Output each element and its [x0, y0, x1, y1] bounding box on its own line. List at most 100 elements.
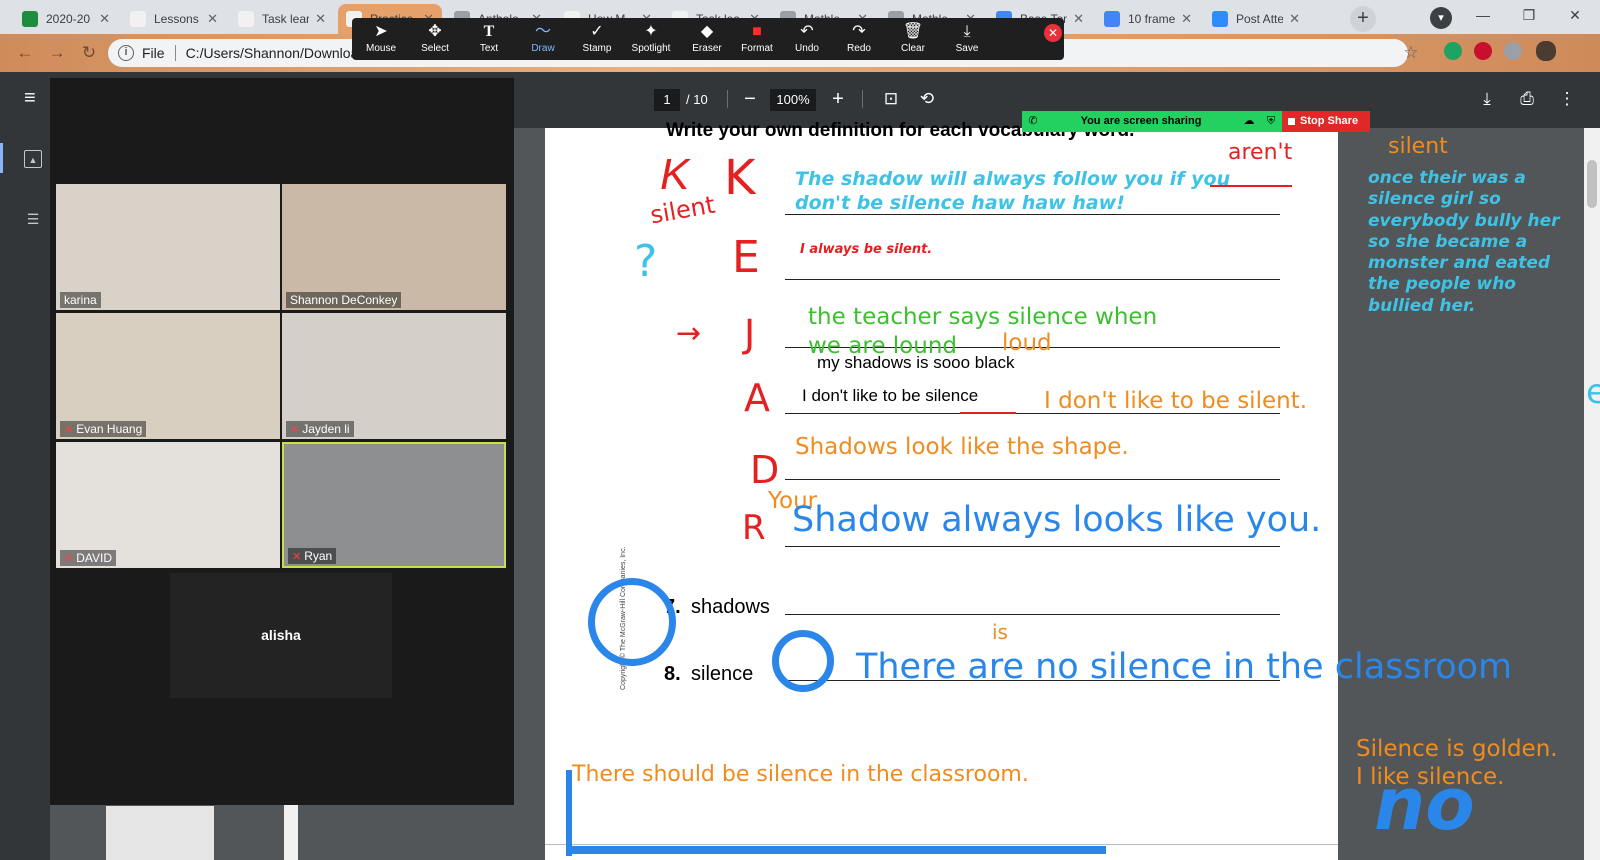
- fit-page-icon[interactable]: ⊡: [880, 88, 902, 110]
- bookmark-star-icon[interactable]: ☆: [1400, 42, 1422, 64]
- tab-close-icon[interactable]: ✕: [315, 11, 326, 27]
- strike-dont: [1210, 185, 1292, 187]
- page-footer-line: [545, 844, 1338, 845]
- annotation-toolbar: ➤ Mouse ✥ Select T Text 〜 Draw ✓ Stamp ✦ Spotlight ◆…: [352, 18, 1064, 60]
- close-annotation-icon[interactable]: ✕: [1044, 24, 1062, 42]
- tab-favicon-icon: [1212, 11, 1228, 27]
- participant-tile-shannon-deconkey[interactable]: Shannon DeConkey: [282, 184, 506, 310]
- face-scribble-2: [772, 630, 834, 692]
- menu-hamburger-icon[interactable]: ≡: [24, 88, 44, 108]
- tool-text-button[interactable]: T Text: [462, 22, 516, 58]
- annot-arrow: →: [676, 316, 702, 351]
- tab-11[interactable]: Post Atte ✕: [1204, 4, 1308, 34]
- tab-1[interactable]: Lessons ✕: [122, 4, 226, 34]
- tool-label: Clear: [901, 43, 925, 54]
- participant-name: ✕ DAVID: [60, 550, 117, 566]
- undo-icon: ↶: [800, 23, 814, 40]
- tab-close-icon[interactable]: ✕: [207, 11, 218, 27]
- tab-close-icon[interactable]: ✕: [1289, 11, 1300, 27]
- tool-label: Text: [479, 43, 499, 54]
- tab-label: Task lear: [262, 12, 310, 26]
- extension-puzzle-icon[interactable]: [1504, 42, 1522, 60]
- profile-avatar[interactable]: [1536, 41, 1556, 61]
- forward-arrow-icon[interactable]: →: [46, 42, 68, 64]
- typed-answer-silence: I don't like to be silence: [802, 386, 979, 405]
- tool-redo-button[interactable]: ↷ Redo: [832, 22, 886, 58]
- answer-line-6: [785, 546, 1280, 547]
- mouse-pointer-icon: ➤: [374, 23, 388, 40]
- tab-close-icon[interactable]: ✕: [1181, 11, 1192, 27]
- participant-tile-jayden-li[interactable]: ✕ Jayden li: [282, 313, 506, 439]
- tool-eraser-button[interactable]: ◆ Eraser: [680, 22, 734, 58]
- download-icon[interactable]: ⤓: [1476, 88, 1498, 110]
- page-scrollbar[interactable]: [1584, 128, 1600, 860]
- reload-icon[interactable]: ↻: [78, 42, 100, 64]
- annot-j-line-b: we are lound: [808, 333, 957, 359]
- tab-2[interactable]: Task lear ✕: [230, 4, 334, 34]
- close-window-icon[interactable]: ✕: [1552, 0, 1598, 30]
- stamp-check-icon: ✓: [590, 23, 604, 40]
- page-thumbnail[interactable]: [106, 806, 214, 860]
- tab-search-icon[interactable]: ▾: [1430, 7, 1452, 29]
- tool-label: Format: [741, 43, 773, 54]
- tool-save-button[interactable]: ⤓ Save: [940, 22, 994, 58]
- tool-draw-button[interactable]: 〜 Draw: [516, 22, 570, 58]
- info-icon[interactable]: i: [118, 45, 134, 61]
- print-icon[interactable]: ⎙: [1516, 88, 1538, 110]
- restore-icon[interactable]: ❐: [1506, 0, 1552, 30]
- extension-ublock-icon[interactable]: [1474, 42, 1492, 60]
- tool-clear-button[interactable]: 🗑 Clear: [886, 22, 940, 58]
- address-separator: [174, 45, 176, 61]
- participant-tile-karina[interactable]: karina: [56, 184, 280, 310]
- tool-select-button[interactable]: ✥ Select: [408, 22, 462, 58]
- tab-0[interactable]: 2020-20 ✕: [14, 4, 118, 34]
- tool-label: Redo: [847, 43, 871, 54]
- rotate-icon[interactable]: ⟲: [916, 88, 938, 110]
- tool-label: Spotlight: [631, 43, 671, 54]
- tool-label: Select: [421, 43, 449, 54]
- muted-mic-icon: ✕: [290, 424, 300, 436]
- toolbar-divider: [727, 90, 728, 108]
- toolbar-divider: [862, 90, 863, 108]
- new-tab-button[interactable]: +: [1350, 6, 1376, 32]
- extension-green-icon[interactable]: [1444, 42, 1462, 60]
- annot-is: is: [992, 620, 1008, 644]
- thumbnail-view-icon[interactable]: ▲: [24, 150, 42, 168]
- annot-arent: aren't: [1228, 140, 1293, 165]
- address-path[interactable]: C:/Users/Shannon/Download: [186, 45, 367, 61]
- tool-mouse-button[interactable]: ➤ Mouse: [354, 22, 408, 58]
- scrollbar-thumb[interactable]: [1587, 160, 1597, 208]
- tool-format-button[interactable]: ■ Format: [730, 22, 784, 58]
- back-arrow-icon[interactable]: ←: [14, 42, 36, 64]
- tab-label: Lessons: [154, 12, 199, 26]
- tab-close-icon[interactable]: ✕: [99, 11, 110, 27]
- participant-tile-alisha[interactable]: alisha: [170, 573, 392, 698]
- tool-undo-button[interactable]: ↶ Undo: [780, 22, 834, 58]
- participant-tile-david[interactable]: ✕ DAVID: [56, 442, 280, 568]
- annot-bottom-line: There should be silence in the classroom…: [572, 762, 1029, 787]
- stop-share-button[interactable]: Stop Share: [1282, 111, 1370, 132]
- outline-view-icon[interactable]: ☰: [24, 210, 42, 228]
- minimize-icon[interactable]: —: [1460, 0, 1506, 30]
- tab-10[interactable]: 10 frame ✕: [1096, 4, 1200, 34]
- participant-tile-evan-huang[interactable]: ✕ Evan Huang: [56, 313, 280, 439]
- zoom-level-input[interactable]: 100%: [770, 89, 816, 111]
- text-t-icon: T: [483, 23, 495, 40]
- tab-label: 2020-20: [46, 12, 91, 26]
- tab-favicon-icon: [1104, 11, 1120, 27]
- participant-name: ✕ Jayden li: [286, 421, 354, 437]
- tool-stamp-button[interactable]: ✓ Stamp: [570, 22, 624, 58]
- participant-name: ✕ Evan Huang: [60, 421, 147, 437]
- zoom-in-icon[interactable]: +: [828, 86, 848, 112]
- tab-close-icon[interactable]: ✕: [1073, 11, 1084, 27]
- page-number-input[interactable]: 1: [654, 89, 680, 111]
- tool-spotlight-button[interactable]: ✦ Spotlight: [624, 22, 678, 58]
- item-7-word: shadows: [691, 596, 770, 618]
- select-move-icon: ✥: [428, 23, 442, 40]
- participant-tile-ryan[interactable]: ✕ Ryan: [282, 442, 506, 568]
- tab-favicon-icon: [238, 11, 254, 27]
- zoom-out-icon[interactable]: −: [740, 86, 760, 112]
- annot-r-line: Shadow always looks like you.: [792, 500, 1322, 540]
- annot-letter-a: A: [744, 376, 770, 420]
- more-options-icon[interactable]: ⋮: [1556, 88, 1578, 110]
